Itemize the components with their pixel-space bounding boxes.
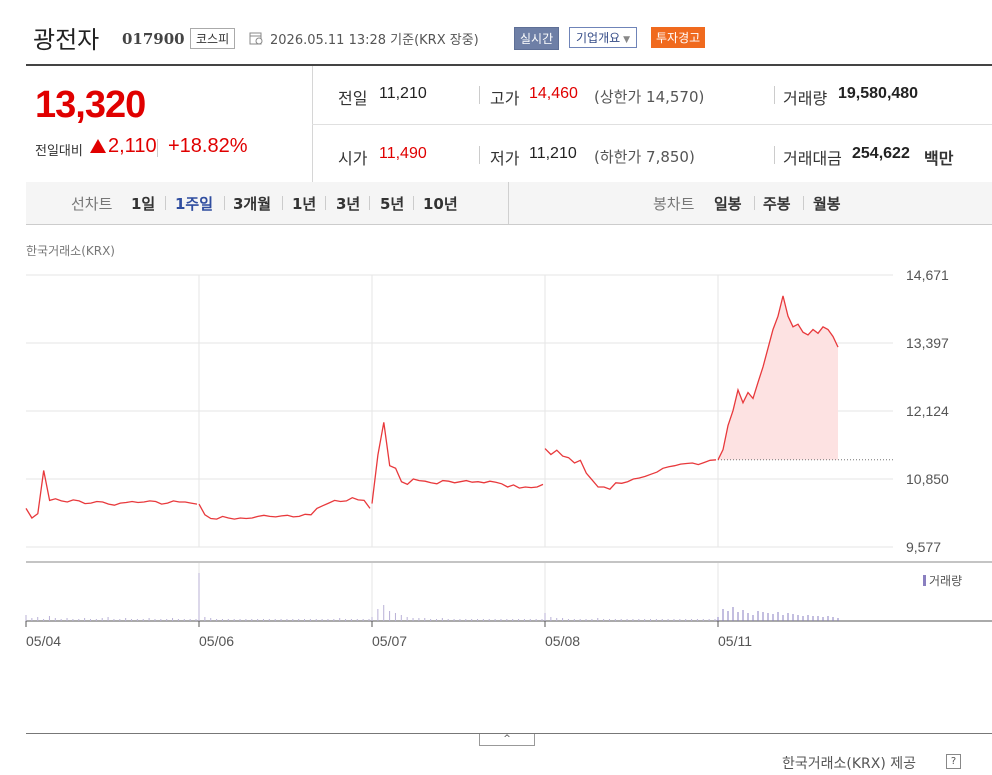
stock-title: 광전자 xyxy=(33,26,100,54)
x-tick-label: 05/11 xyxy=(718,633,752,649)
divider xyxy=(479,86,480,104)
price-line xyxy=(25,470,198,519)
divider xyxy=(803,196,804,210)
y-tick-label: 9,577 xyxy=(906,539,941,555)
exchange-label: 한국거래소(KRX) xyxy=(26,244,115,258)
high-value: 14,460 xyxy=(529,85,578,102)
change-label: 전일대비 xyxy=(35,144,83,159)
realtime-button[interactable]: 실시간 xyxy=(514,27,560,50)
price-line xyxy=(198,496,371,520)
price-chart: 14,671 13,397 12,124 10,850 9,577 거래량 05/04 05/… xyxy=(25,267,992,649)
corp-info-dropdown[interactable]: 기업개요 ▼ xyxy=(569,27,638,48)
line-chart-label: 선차트 xyxy=(71,195,113,213)
volume-legend-label: 거래량 xyxy=(929,574,962,588)
quote-summary: 13,320 전일대비 2,110 +18.82% 전일 11,210 고가 1… xyxy=(26,64,992,185)
volume-label: 거래량 xyxy=(783,89,828,108)
period-10y[interactable]: 10년 xyxy=(423,193,458,214)
amount-unit: 백만 xyxy=(924,149,954,168)
amount-value: 254,622 xyxy=(852,145,910,162)
divider xyxy=(157,139,158,157)
period-1d[interactable]: 1일 xyxy=(131,193,155,214)
prev-close-label: 전일 xyxy=(338,89,368,108)
period-1y[interactable]: 1년 xyxy=(292,193,316,214)
y-tick-label: 14,671 xyxy=(906,267,949,283)
y-tick-label: 13,397 xyxy=(906,335,949,351)
collapse-button[interactable]: ^ xyxy=(479,734,535,746)
help-icon[interactable]: ? xyxy=(946,754,961,769)
current-price: 13,320 xyxy=(35,84,146,126)
x-tick-label: 05/08 xyxy=(545,633,580,649)
period-5y[interactable]: 5년 xyxy=(380,193,404,214)
chart-period-nav: 선차트 1일 1주일 3개월 1년 3년 5년 10년 봉차트 일봉 주봉 월봉 xyxy=(26,182,992,225)
price-line xyxy=(371,422,544,504)
x-tick-label: 05/07 xyxy=(372,633,407,649)
open-label: 시가 xyxy=(338,149,368,168)
period-1w[interactable]: 1주일 xyxy=(175,193,213,214)
corp-info-label: 기업개요 xyxy=(576,31,621,45)
market-badge: 코스피 xyxy=(190,28,236,49)
low-value: 11,210 xyxy=(529,145,577,162)
divider xyxy=(774,146,775,164)
change-percent: +18.82% xyxy=(168,135,248,157)
divider xyxy=(165,196,166,210)
volume-legend-swatch xyxy=(923,575,926,586)
volume-value: 19,580,480 xyxy=(838,85,919,102)
candle-monthly[interactable]: 월봉 xyxy=(813,193,841,214)
divider xyxy=(325,196,326,210)
candle-weekly[interactable]: 주봉 xyxy=(763,193,791,214)
candle-daily[interactable]: 일봉 xyxy=(714,193,742,214)
upper-limit: (상한가 14,570) xyxy=(594,88,705,106)
divider xyxy=(224,196,225,210)
open-value: 11,490 xyxy=(379,145,427,162)
divider xyxy=(754,196,755,210)
divider xyxy=(413,196,414,210)
y-tick-label: 12,124 xyxy=(906,403,949,419)
investment-warning-badge[interactable]: 투자경고 xyxy=(651,27,706,48)
period-3m[interactable]: 3개월 xyxy=(233,193,271,214)
y-tick-label: 10,850 xyxy=(906,471,949,487)
price-cell: 13,320 전일대비 2,110 +18.82% xyxy=(26,66,313,184)
data-source: 한국거래소(KRX) 제공 xyxy=(782,756,917,772)
price-line xyxy=(544,448,717,490)
up-triangle-icon xyxy=(90,139,106,153)
candle-chart-label: 봉차트 xyxy=(653,195,695,213)
divider xyxy=(312,124,992,125)
quote-datetime: 2026.05.11 13:28 기준(KRX 장중) xyxy=(270,33,479,48)
divider xyxy=(479,146,480,164)
divider xyxy=(774,86,775,104)
high-label: 고가 xyxy=(490,89,520,108)
low-label: 저가 xyxy=(490,149,520,168)
change-value: 2,110 xyxy=(108,135,157,157)
amount-label: 거래대금 xyxy=(783,149,842,168)
period-3y[interactable]: 3년 xyxy=(336,193,360,214)
x-tick-label: 05/04 xyxy=(26,633,61,649)
divider xyxy=(369,196,370,210)
area-fill xyxy=(718,295,838,460)
chevron-down-icon: ▼ xyxy=(623,35,631,45)
calendar-icon xyxy=(249,32,263,45)
lower-limit: (하한가 7,850) xyxy=(594,148,695,166)
divider xyxy=(282,196,283,210)
divider xyxy=(508,182,509,224)
x-tick-label: 05/06 xyxy=(199,633,234,649)
stock-code: 017900 xyxy=(122,30,185,48)
prev-close-value: 11,210 xyxy=(379,85,427,102)
